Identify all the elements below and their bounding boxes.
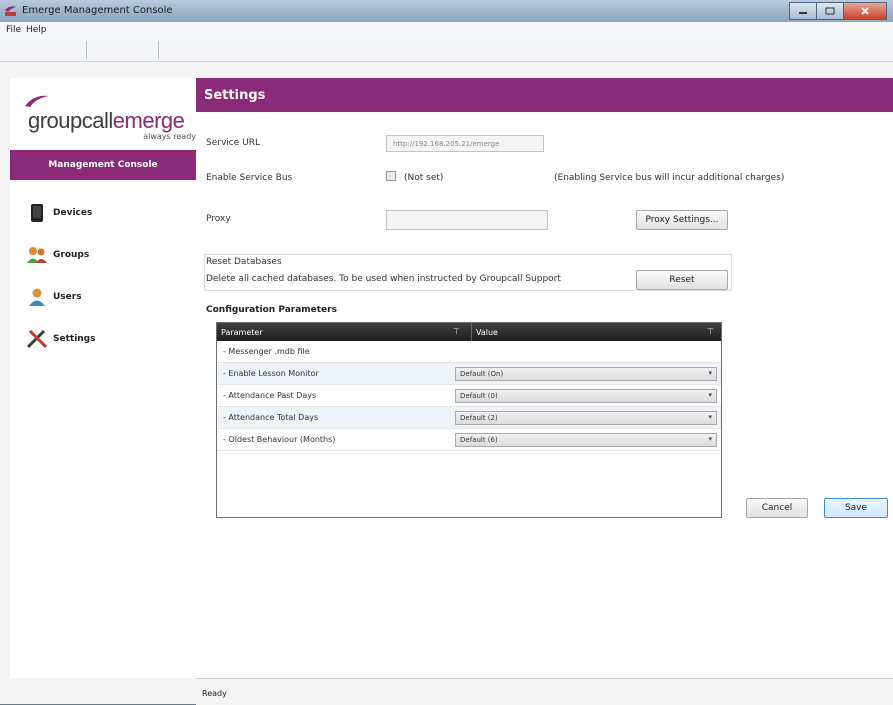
brand-tagline: always ready [143, 132, 196, 141]
nav-item-label: Devices [53, 208, 93, 218]
service-url-input[interactable]: http://192.168.205.21/emerge [386, 135, 544, 152]
nav-item-groups[interactable]: Groups [26, 242, 186, 268]
sidebar: groupcallemerge always ready Management … [10, 78, 197, 678]
app-window: Emerge Management Console File Help grou… [0, 0, 893, 705]
proxy-settings-button[interactable]: Proxy Settings... [636, 210, 728, 230]
table-row[interactable]: - Oldest Behaviour (Months) Default (6) ▾ [217, 429, 721, 451]
enable-service-bus-label: Enable Service Bus [206, 173, 293, 183]
brand-name: groupcallemerge [28, 108, 185, 134]
nav-item-users[interactable]: Users [26, 284, 186, 310]
status-text: Ready [202, 689, 227, 698]
reset-databases-title: Reset Databases [206, 257, 282, 267]
row-parameter-name: - Attendance Total Days [223, 413, 319, 422]
value-dropdown-text: Default (2) [460, 414, 498, 422]
title-bar: Emerge Management Console [0, 0, 893, 22]
value-dropdown[interactable]: Default (6) ▾ [455, 433, 717, 447]
table-row[interactable]: - Attendance Past Days Default (0) ▾ [217, 385, 721, 407]
close-icon [861, 7, 869, 15]
value-dropdown-text: Default (6) [460, 436, 498, 444]
column-parameter-label: Parameter [221, 327, 263, 337]
menu-file[interactable]: File [6, 25, 21, 35]
value-dropdown[interactable]: Default (0) ▾ [455, 389, 717, 403]
table-row[interactable]: - Attendance Total Days Default (2) ▾ [217, 407, 721, 429]
value-dropdown[interactable]: Default (On) ▾ [455, 367, 717, 381]
chevron-down-icon: ▾ [708, 391, 712, 399]
app-icon [5, 6, 16, 16]
maximize-icon [825, 7, 835, 15]
config-params-grid: Parameter ⊤ Value ⊤ - Messenger .mdb fil… [216, 322, 722, 518]
filter-icon[interactable]: ⊤ [707, 327, 714, 336]
toolbar-separator [158, 41, 159, 59]
groupcall-logo: groupcallemerge always ready [20, 92, 196, 152]
window-controls [789, 2, 887, 20]
service-bus-state: (Not set) [404, 173, 444, 183]
settings-header: Settings [196, 78, 893, 112]
reset-button[interactable]: Reset [636, 270, 728, 290]
service-bus-note: (Enabling Service bus will incur additio… [554, 173, 785, 183]
brand-name-part2: emerge [112, 108, 185, 133]
close-button[interactable] [843, 2, 887, 20]
toolbar-separator [86, 41, 87, 59]
maximize-button[interactable] [816, 2, 844, 20]
settings-icon [26, 328, 48, 350]
column-value-label: Value [476, 327, 498, 337]
grid-header: Parameter ⊤ Value ⊤ [217, 323, 721, 341]
cancel-button[interactable]: Cancel [746, 498, 808, 518]
nav-item-settings[interactable]: Settings [26, 326, 186, 352]
filter-icon[interactable]: ⊤ [453, 327, 460, 336]
row-parameter-name: - Enable Lesson Monitor [223, 369, 319, 378]
nav-item-label: Users [53, 292, 82, 302]
device-icon [26, 202, 48, 224]
minimize-button[interactable] [789, 2, 817, 20]
column-value[interactable]: Value [471, 323, 721, 341]
value-dropdown-text: Default (0) [460, 392, 498, 400]
nav-item-devices[interactable]: Devices [26, 200, 186, 226]
save-button[interactable]: Save [824, 498, 888, 518]
row-parameter-name: - Oldest Behaviour (Months) [223, 435, 336, 444]
chevron-down-icon: ▾ [708, 413, 712, 421]
value-dropdown-text: Default (On) [460, 370, 504, 378]
row-parameter-name: - Attendance Past Days [223, 391, 317, 400]
table-row[interactable]: - Enable Lesson Monitor Default (On) ▾ [217, 363, 721, 385]
status-bar: Ready [196, 678, 893, 705]
logo-swoosh-icon [25, 95, 49, 107]
column-parameter[interactable]: Parameter [217, 323, 471, 341]
toolbar [0, 39, 893, 62]
value-dropdown[interactable]: Default (2) ▾ [455, 411, 717, 425]
row-parameter-name: - Messenger .mdb file [223, 347, 310, 356]
settings-panel: Settings Service URL http://192.168.205.… [196, 78, 893, 678]
chevron-down-icon: ▾ [708, 435, 712, 443]
menu-bar: File Help [0, 22, 893, 40]
nav-item-label: Groups [53, 250, 90, 260]
nav-item-label: Settings [53, 334, 96, 344]
minimize-icon [799, 12, 807, 14]
reset-databases-description: Delete all cached databases. To be used … [206, 274, 561, 284]
config-params-title: Configuration Parameters [206, 305, 337, 315]
chevron-down-icon: ▾ [708, 369, 712, 377]
groups-icon [26, 244, 48, 266]
brand-name-part1: groupcall [28, 108, 113, 133]
user-icon [26, 286, 48, 308]
service-bus-checkbox[interactable] [386, 171, 396, 181]
proxy-label: Proxy [206, 214, 231, 224]
service-url-label: Service URL [206, 138, 260, 148]
window-title: Emerge Management Console [22, 5, 173, 16]
management-console-banner: Management Console [10, 150, 196, 180]
proxy-input[interactable] [386, 210, 548, 230]
menu-help[interactable]: Help [26, 25, 47, 35]
table-row[interactable]: - Messenger .mdb file [217, 341, 721, 363]
